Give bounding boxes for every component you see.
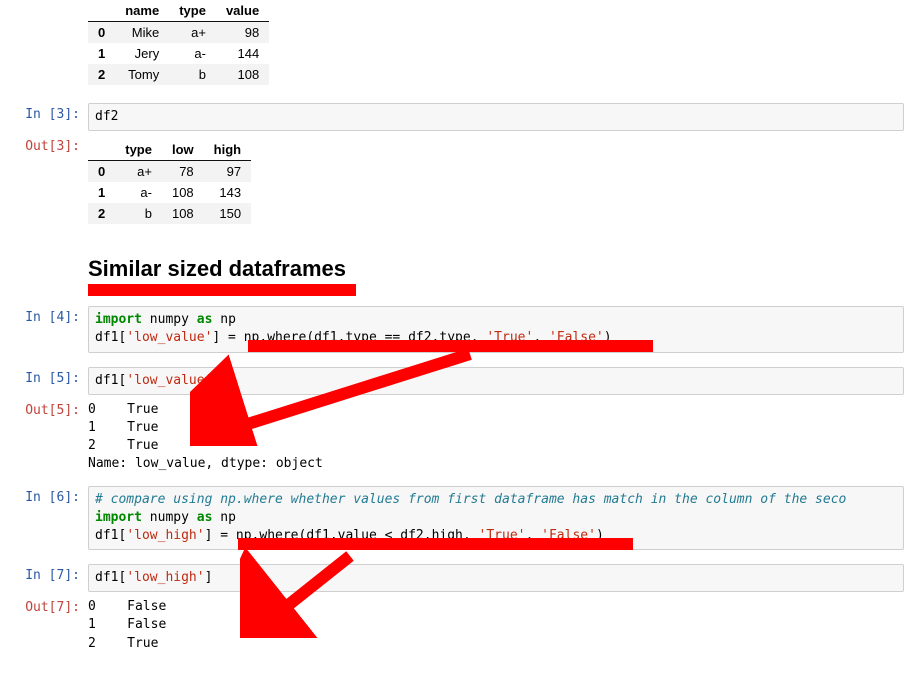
df2-col-high: high [204,139,251,161]
annotation-arrow-icon [240,548,360,638]
table-row: 0Mikea+98 [88,22,269,44]
df1-col-idx [88,0,115,22]
in-prompt-6: In [6]: [0,486,88,509]
df2-col-low: low [162,139,204,161]
output-text-7: 0 False 1 False 2 True [88,596,904,655]
code-cell-3[interactable]: df2 [88,103,904,131]
table-row: 2b108150 [88,203,251,224]
annotation-underline [88,284,356,296]
in-prompt-5: In [5]: [0,367,88,390]
df1-col-type: type [169,0,216,22]
table-row: 0a+7897 [88,161,251,183]
df2-table: type low high 0a+7897 1a-108143 2b108150 [88,139,251,224]
table-row: 2Tomyb108 [88,64,269,85]
df1-table: name type value 0Mikea+98 1Jerya-144 2To… [88,0,269,85]
df2-col-idx [88,139,115,161]
out-prompt-5: Out[5]: [0,399,88,422]
df2-col-type: type [115,139,162,161]
in-prompt-3: In [3]: [0,103,88,126]
table-row: 1a-108143 [88,182,251,203]
section-heading: Similar sized dataframes [88,256,904,282]
df1-col-value: value [216,0,269,22]
code-cell-7[interactable]: df1['low_high'] [88,564,904,592]
out-prompt-7: Out[7]: [0,596,88,619]
out-prompt-3: Out[3]: [0,135,88,158]
annotation-arrow-icon [190,346,480,446]
in-prompt-4: In [4]: [0,306,88,329]
df1-col-name: name [115,0,169,22]
in-prompt-7: In [7]: [0,564,88,587]
table-row: 1Jerya-144 [88,43,269,64]
